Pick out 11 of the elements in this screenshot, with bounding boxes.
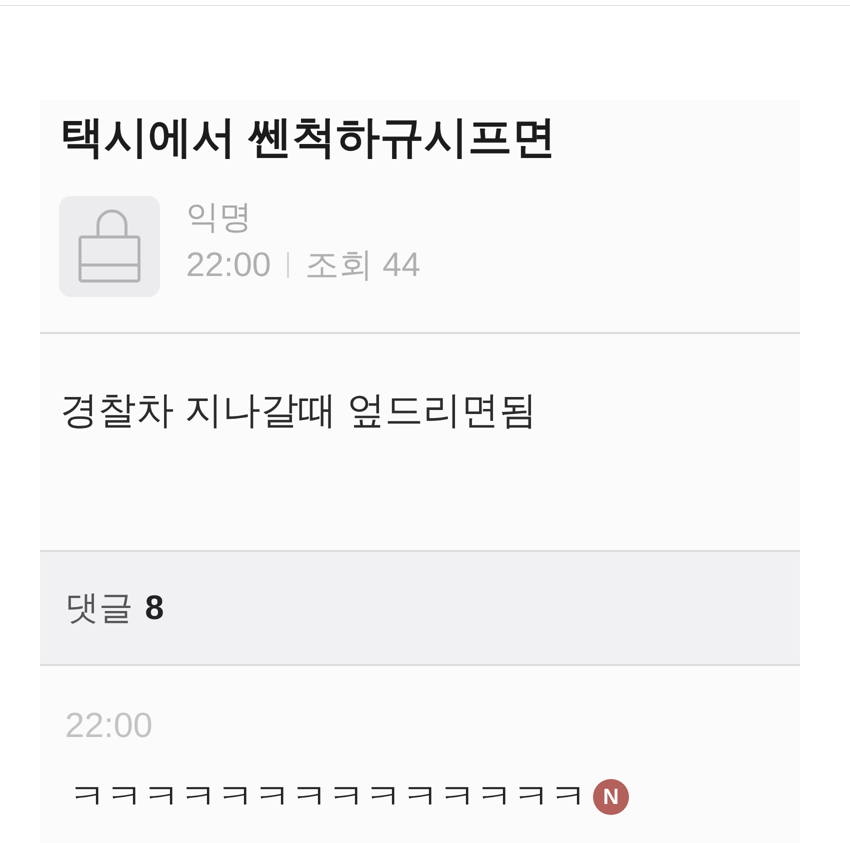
- lock-icon: [59, 196, 160, 297]
- comment-text: ㅋㅋㅋㅋㅋㅋㅋㅋㅋㅋㅋㅋㅋㅋ: [69, 776, 587, 818]
- post-time: 22:00: [186, 246, 272, 284]
- post-title: 택시에서 쎈척하규시프면: [60, 114, 556, 162]
- comments-label: 댓글: [65, 588, 133, 628]
- comment-time: 22:00: [65, 706, 153, 746]
- author-name: 익명: [186, 198, 252, 236]
- post-body: 경찰차 지나갈때 엎드리면됨: [60, 389, 538, 434]
- view-count: 조회 44: [305, 246, 420, 284]
- comment-count: 8: [145, 588, 164, 628]
- new-badge: N: [593, 779, 629, 815]
